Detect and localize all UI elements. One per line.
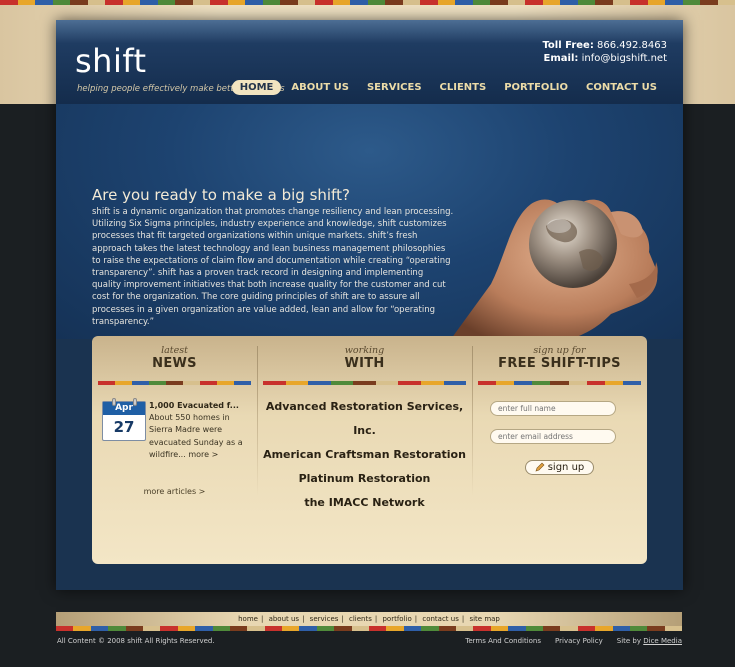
news-item: Apr 27 1,000 Evacuated f... About 550 ho… [92,397,257,463]
working-with-column: working WITH Advanced Restoration Servic… [257,336,472,509]
client-item[interactable]: Platinum Restoration [257,467,472,491]
contact-info: Toll Free: 866.492.8463 Email: info@bigs… [542,39,667,65]
news-heading-small: latest [161,345,188,356]
dice-media-link[interactable]: Dice Media [643,637,682,645]
client-item[interactable]: American Craftsman Restoration [257,443,472,467]
footer-stripe [56,626,683,631]
email-label: Email: [543,53,579,64]
nav-portfolio[interactable]: PORTFOLIO [496,80,576,95]
footer-link-home[interactable]: home [238,615,258,623]
tips-heading-small: sign up for [533,345,586,356]
news-title[interactable]: 1,000 Evacuated f... [149,401,239,410]
page-container: shift helping people effectively make be… [56,20,683,590]
tips-heading-big: FREE SHIFT-TIPS [498,356,621,371]
phone-label: Toll Free: [542,40,594,51]
signup-form: sign up [472,401,647,476]
email-input[interactable] [490,429,616,444]
news-body: About 550 homes in Sierra Madre were eva… [149,412,249,461]
hero-body: shift is a dynamic organization that pro… [92,207,454,327]
privacy-link[interactable]: Privacy Policy [555,637,603,645]
hero-title: Are you ready to make a big shift? [92,186,350,204]
signup-button[interactable]: sign up [524,459,595,475]
news-column: latest NEWS Apr 27 1,000 Evacuated f... … [92,336,257,496]
news-color-bar [98,381,251,385]
header: shift helping people effectively make be… [56,20,683,104]
working-heading: working WITH [257,345,472,371]
tips-color-bar [478,381,641,385]
calendar-month: Apr [103,402,145,415]
working-heading-small: working [344,345,385,356]
footer-link-contact-us[interactable]: contact us [422,615,459,623]
client-list: Advanced Restoration Services, Inc. Amer… [257,395,472,515]
working-heading-big: WITH [344,356,385,371]
footer-link-services[interactable]: services [310,615,339,623]
client-item[interactable]: the IMACC Network [257,491,472,515]
site-by: Site by Dice Media [617,637,682,645]
footer-link-clients[interactable]: clients [349,615,372,623]
working-color-bar [263,381,467,385]
nav-contact-us[interactable]: CONTACT US [578,80,665,95]
news-heading: latest NEWS [92,345,257,371]
client-item[interactable]: Advanced Restoration Services, Inc. [257,395,472,443]
footer-nav: home | about us | services | clients | portf… [56,612,682,626]
site-by-label: Site by [616,637,642,645]
footer-link-about-us[interactable]: about us [269,615,300,623]
email-address[interactable]: info@bigshift.net [582,53,667,64]
copyright: All Content © 2008 shift All Rights Rese… [57,637,215,645]
news-heading-big: NEWS [152,356,197,371]
pencil-icon [535,462,545,472]
signup-label: sign up [547,461,585,473]
footer-link-site-map[interactable]: site map [469,615,499,623]
main-nav: HOME ABOUT US SERVICES CLIENTS PORTFOLIO… [230,80,665,95]
footer-legal-links: Terms And Conditions Privacy Policy Site… [465,637,682,645]
tips-heading: sign up for FREE SHIFT-TIPS [472,345,647,371]
footer-link-portfolio[interactable]: portfolio [382,615,411,623]
nav-about-us[interactable]: ABOUT US [283,80,357,95]
hand-globe-image [451,174,683,339]
more-articles-link[interactable]: more articles > [92,487,257,496]
tips-column: sign up for FREE SHIFT-TIPS sign up [472,336,647,496]
nav-services[interactable]: SERVICES [359,80,430,95]
logo[interactable]: shift [75,42,147,80]
calendar-icon: Apr 27 [102,398,146,441]
nav-clients[interactable]: CLIENTS [432,80,495,95]
full-name-input[interactable] [490,401,616,416]
phone-number: 866.492.8463 [597,40,667,51]
content-panel: latest NEWS Apr 27 1,000 Evacuated f... … [92,336,647,564]
nav-home[interactable]: HOME [231,80,282,95]
news-more-link[interactable]: more > [188,450,218,459]
hero: Are you ready to make a big shift? shift… [56,104,683,339]
calendar-day: 27 [113,418,135,436]
terms-link[interactable]: Terms And Conditions [465,637,541,645]
